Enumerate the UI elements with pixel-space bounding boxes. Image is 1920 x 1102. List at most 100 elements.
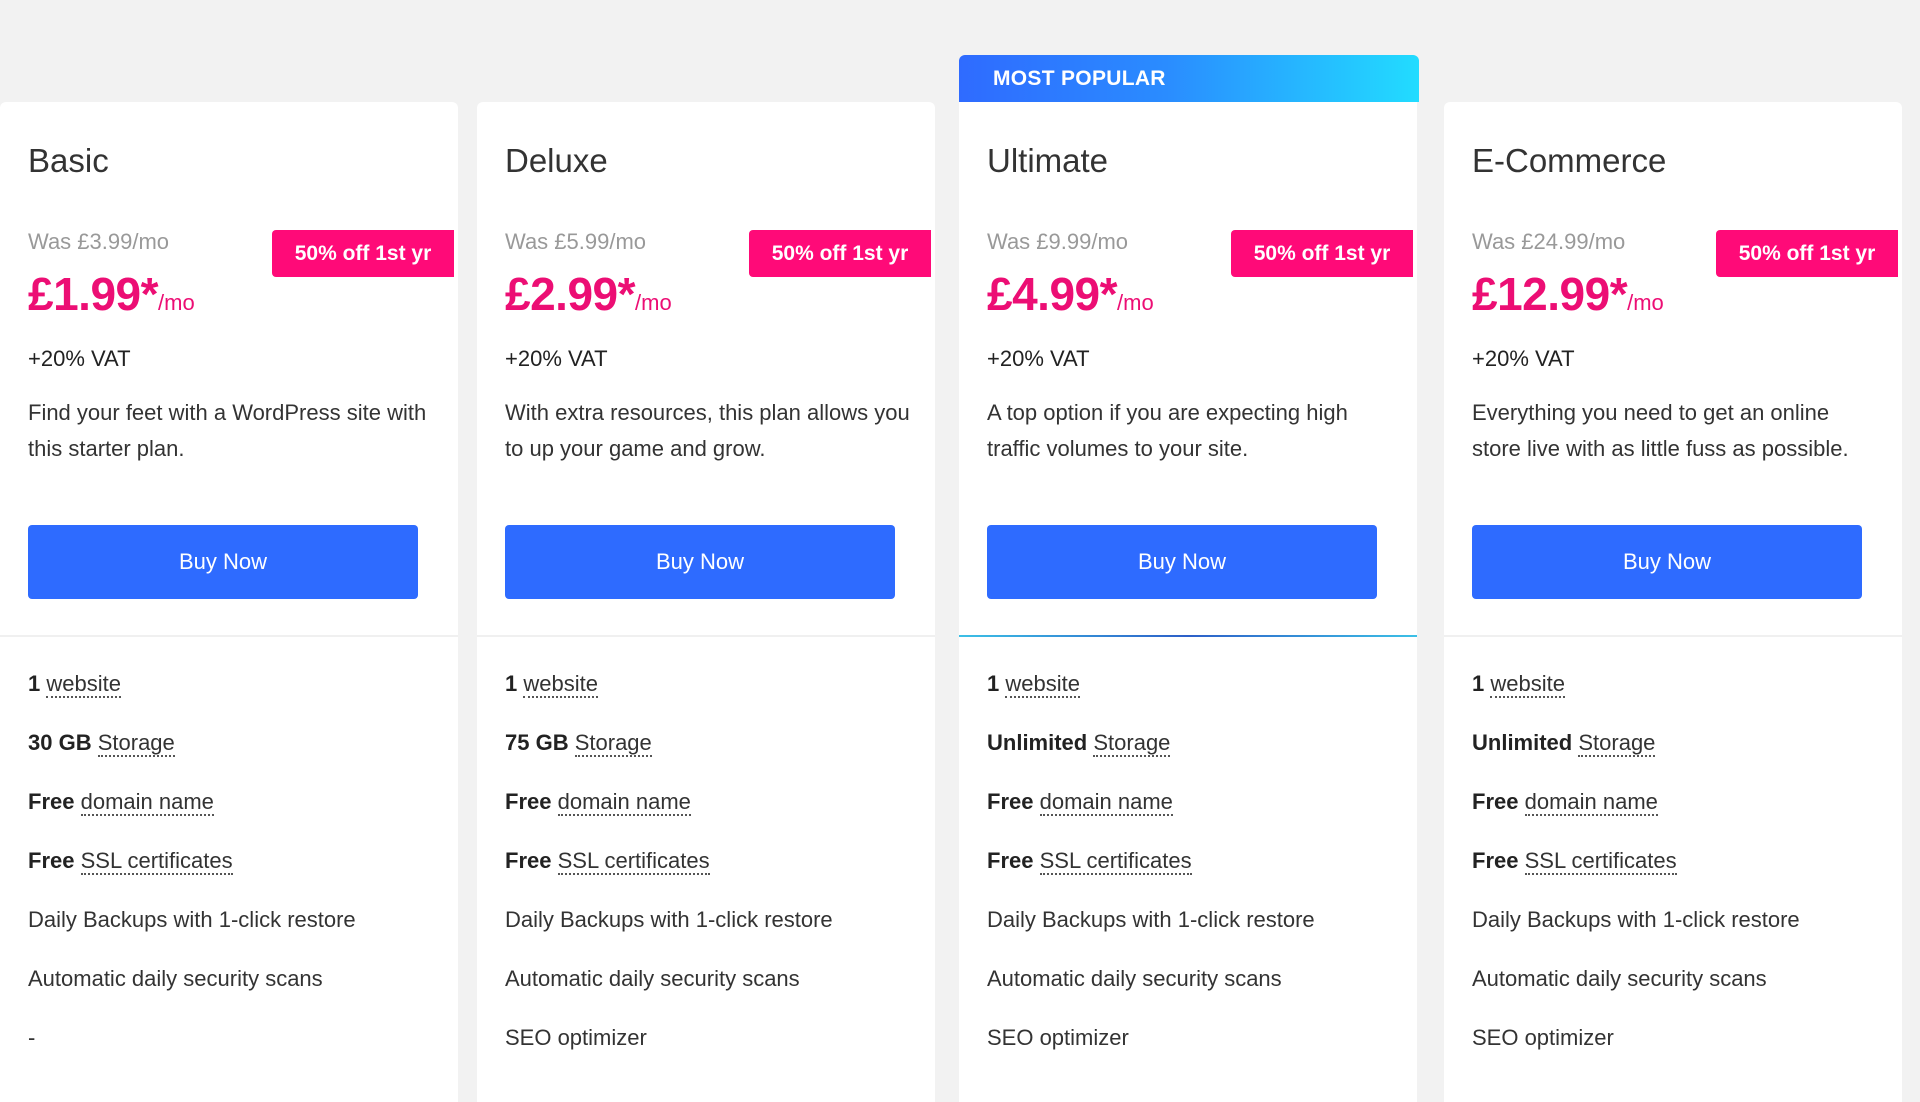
feature-item: Daily Backups with 1-click restore xyxy=(1472,907,1800,932)
feature-value: Free xyxy=(505,789,552,814)
price-period: /mo xyxy=(158,290,195,315)
vat-note: +20% VAT xyxy=(987,346,1090,371)
feature-item: Unlimited Storage xyxy=(987,730,1315,789)
price-period: /mo xyxy=(635,290,672,315)
feature-item: SEO optimizer xyxy=(987,1025,1129,1050)
price-period: /mo xyxy=(1627,290,1664,315)
price-value: £4.99* xyxy=(987,268,1118,320)
feature-value: 1 xyxy=(505,671,518,696)
feature-item: Automatic daily security scans xyxy=(987,966,1282,991)
vat-note: +20% VAT xyxy=(505,346,608,371)
feature-tooltip-link[interactable]: domain name xyxy=(557,789,691,816)
feature-item: Free domain name xyxy=(28,789,356,848)
feature-item: 30 GB Storage xyxy=(28,730,356,789)
feature-item: Free SSL certificates xyxy=(987,848,1315,907)
feature-item: Free SSL certificates xyxy=(1472,848,1800,907)
plan-title: Ultimate xyxy=(987,142,1109,179)
feature-value: Free xyxy=(1472,789,1519,814)
divider xyxy=(959,635,1417,637)
feature-item: Daily Backups with 1-click restore xyxy=(505,907,833,932)
feature-tooltip-link[interactable]: SSL certificates xyxy=(80,848,233,875)
price-period: /mo xyxy=(1117,290,1154,315)
most-popular-banner: MOST POPULAR xyxy=(959,55,1419,102)
feature-value: 1 xyxy=(28,671,41,696)
was-price: Was £24.99/mo xyxy=(1472,229,1626,254)
discount-badge: 50% off 1st yr xyxy=(1716,230,1898,277)
feature-tooltip-link[interactable]: domain name xyxy=(1524,789,1658,816)
feature-value: Free xyxy=(1472,848,1519,873)
buy-now-button[interactable]: Buy Now xyxy=(1472,525,1862,599)
feature-list: 1 website 30 GB Storage Free domain name Fr… xyxy=(28,671,356,1084)
plan-price: £4.99*/mo xyxy=(987,267,1154,321)
plan-card-basic: Basic Was £3.99/mo 50% off 1st yr £1.99*… xyxy=(0,102,458,1102)
price-value: £1.99* xyxy=(28,268,159,320)
feature-tooltip-link[interactable]: Storage xyxy=(97,730,175,757)
plan-title: Deluxe xyxy=(505,142,608,179)
was-price: Was £5.99/mo xyxy=(505,229,647,254)
price-value: £2.99* xyxy=(505,268,636,320)
discount-badge: 50% off 1st yr xyxy=(749,230,931,277)
feature-tooltip-link[interactable]: domain name xyxy=(80,789,214,816)
buy-now-button[interactable]: Buy Now xyxy=(987,525,1377,599)
divider xyxy=(477,635,935,637)
discount-badge: 50% off 1st yr xyxy=(1231,230,1413,277)
plan-description: A top option if you are expecting high t… xyxy=(987,400,1348,461)
feature-item: Automatic daily security scans xyxy=(1472,966,1767,991)
feature-value: Free xyxy=(28,789,75,814)
feature-item: Free domain name xyxy=(505,789,833,848)
divider xyxy=(0,635,458,637)
plan-card-e-commerce: E-Commerce Was £24.99/mo 50% off 1st yr … xyxy=(1444,102,1902,1102)
feature-item: 1 website xyxy=(28,671,356,730)
plan-card-ultimate: Ultimate Was £9.99/mo 50% off 1st yr £4.… xyxy=(959,102,1417,1102)
feature-item: Daily Backups with 1-click restore xyxy=(987,907,1315,932)
buy-now-button[interactable]: Buy Now xyxy=(28,525,418,599)
feature-list: 1 website Unlimited Storage Free domain na… xyxy=(987,671,1315,1084)
divider xyxy=(1444,635,1902,637)
feature-item: - xyxy=(28,1025,36,1050)
feature-tooltip-link[interactable]: SSL certificates xyxy=(1524,848,1677,875)
feature-tooltip-link[interactable]: website xyxy=(523,671,598,698)
was-price: Was £3.99/mo xyxy=(28,229,170,254)
plan-price: £12.99*/mo xyxy=(1472,267,1664,321)
feature-item: 1 website xyxy=(1472,671,1800,730)
price-value: £12.99* xyxy=(1472,268,1628,320)
plan-title: E-Commerce xyxy=(1472,142,1667,179)
feature-value: 1 xyxy=(987,671,1000,696)
buy-now-button[interactable]: Buy Now xyxy=(505,525,895,599)
feature-tooltip-link[interactable]: Storage xyxy=(1093,730,1171,757)
feature-tooltip-link[interactable]: SSL certificates xyxy=(557,848,710,875)
feature-value: Free xyxy=(505,848,552,873)
feature-tooltip-link[interactable]: website xyxy=(1005,671,1080,698)
plan-price: £2.99*/mo xyxy=(505,267,672,321)
feature-item: SEO optimizer xyxy=(1472,1025,1614,1050)
feature-tooltip-link[interactable]: website xyxy=(1490,671,1565,698)
feature-value: Unlimited xyxy=(1472,730,1573,755)
was-price: Was £9.99/mo xyxy=(987,229,1129,254)
plan-title: Basic xyxy=(28,142,109,179)
feature-item: Free domain name xyxy=(1472,789,1800,848)
feature-tooltip-link[interactable]: domain name xyxy=(1039,789,1173,816)
feature-item: 1 website xyxy=(987,671,1315,730)
feature-item: Unlimited Storage xyxy=(1472,730,1800,789)
feature-item: Free domain name xyxy=(987,789,1315,848)
feature-item: Automatic daily security scans xyxy=(505,966,800,991)
discount-badge: 50% off 1st yr xyxy=(272,230,454,277)
vat-note: +20% VAT xyxy=(28,346,131,371)
feature-tooltip-link[interactable]: SSL certificates xyxy=(1039,848,1192,875)
plan-description: Find your feet with a WordPress site wit… xyxy=(28,400,427,461)
feature-tooltip-link[interactable]: Storage xyxy=(1578,730,1656,757)
vat-note: +20% VAT xyxy=(1472,346,1575,371)
feature-item: 1 website xyxy=(505,671,833,730)
feature-list: 1 website 75 GB Storage Free domain name Fr… xyxy=(505,671,833,1084)
feature-value: Free xyxy=(987,848,1034,873)
feature-tooltip-link[interactable]: Storage xyxy=(574,730,652,757)
plan-description: With extra resources, this plan allows y… xyxy=(505,400,910,461)
feature-list: 1 website Unlimited Storage Free domain na… xyxy=(1472,671,1800,1084)
feature-item: Daily Backups with 1-click restore xyxy=(28,907,356,932)
feature-value: Free xyxy=(987,789,1034,814)
feature-value: 30 GB xyxy=(28,730,92,755)
feature-item: Free SSL certificates xyxy=(505,848,833,907)
feature-value: Unlimited xyxy=(987,730,1088,755)
feature-value: 75 GB xyxy=(505,730,569,755)
feature-tooltip-link[interactable]: website xyxy=(46,671,121,698)
